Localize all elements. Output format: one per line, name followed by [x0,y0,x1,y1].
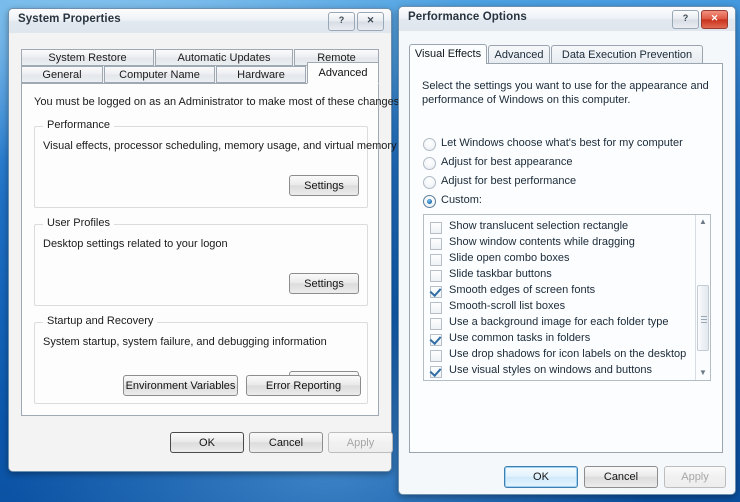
scrollbar-grip [701,322,707,323]
system-properties-titlebar[interactable]: System Properties ? ✕ [9,9,391,34]
list-item-label: Smooth-scroll list boxes [449,300,566,312]
tab-general[interactable]: General [21,66,103,83]
tab-system-restore[interactable]: System Restore [21,49,154,66]
list-item[interactable]: Use a background image for each folder t… [430,316,692,332]
checkbox-icon[interactable] [430,302,442,314]
radio-label: Custom: [441,194,482,206]
user-profiles-settings-button[interactable]: Settings [289,273,359,294]
list-item[interactable]: Use common tasks in folders [430,332,692,348]
advanced-tab-page: You must be logged on as an Administrato… [21,83,402,416]
checkbox-icon[interactable] [430,366,442,378]
performance-settings-button[interactable]: Settings [289,175,359,196]
radio-label: Let Windows choose what's best for my co… [441,137,683,149]
scroll-down-arrow-icon[interactable]: ▼ [696,366,710,380]
tab-computer-name[interactable]: Computer Name [104,66,215,83]
list-item[interactable]: Show window contents while dragging [430,236,692,252]
scroll-up-arrow-icon[interactable]: ▲ [696,215,710,229]
environment-variables-button[interactable]: Environment Variables [123,375,238,396]
radio-icon[interactable] [423,138,436,151]
list-item[interactable]: Smooth-scroll list boxes [430,300,692,316]
close-icon[interactable]: ✕ [357,12,384,31]
radio-icon[interactable] [423,195,436,208]
tab-data-execution-prevention[interactable]: Data Execution Prevention [551,45,703,64]
user-profiles-description: Desktop settings related to your logon [43,238,228,250]
scrollbar-grip [701,319,707,320]
tab-hardware[interactable]: Hardware [216,66,306,83]
apply-button: Apply [328,432,393,453]
cancel-button[interactable]: Cancel [584,466,658,488]
list-item-label: Use visual styles on windows and buttons [449,364,652,376]
radio-label: Adjust for best appearance [441,156,573,168]
system-properties-body: System Restore Automatic Updates Remote … [9,33,402,471]
tab-advanced[interactable]: Advanced [307,62,379,84]
checkbox-icon[interactable] [430,334,442,346]
radio-icon[interactable] [423,176,436,189]
checkbox-icon[interactable] [430,238,442,250]
list-item[interactable]: Slide taskbar buttons [430,268,692,284]
list-item-label: Slide open combo boxes [449,252,570,264]
list-item[interactable]: Use visual styles on windows and buttons [430,364,692,380]
intro-line-1: Select the settings you want to use for … [422,80,709,92]
help-icon[interactable]: ? [672,10,699,29]
visual-effects-listbox[interactable]: Show translucent selection rectangle Sho… [423,214,711,381]
list-item-label: Show window contents while dragging [449,236,635,248]
listbox-scrollbar[interactable]: ▲ ▼ [695,215,710,380]
list-item-label: Smooth edges of screen fonts [449,284,596,296]
list-item[interactable]: Slide open combo boxes [430,252,692,268]
visual-effects-page: Select the settings you want to use for … [409,63,723,453]
tab-advanced[interactable]: Advanced [488,45,550,64]
list-item-label: Show translucent selection rectangle [449,220,629,232]
list-item-label: Slide taskbar buttons [449,268,552,280]
help-icon[interactable]: ? [328,12,355,31]
list-item[interactable]: Show translucent selection rectangle [430,220,692,236]
performance-options-window: Performance Options ? ✕ Visual Effects A… [398,6,736,495]
performance-options-title: Performance Options [408,11,527,23]
startup-recovery-description: System startup, system failure, and debu… [43,336,327,348]
user-profiles-group: User Profiles Desktop settings related t… [34,217,368,306]
apply-button: Apply [664,466,726,488]
system-properties-window: System Properties ? ✕ System Restore Aut… [8,8,402,472]
list-item-label: Use a background image for each folder t… [449,316,669,328]
close-icon[interactable]: ✕ [701,10,728,29]
admin-notice: You must be logged on as an Administrato… [34,96,403,108]
system-properties-title: System Properties [18,13,121,25]
startup-recovery-group-label: Startup and Recovery [43,315,158,327]
list-item-label: Use common tasks in folders [449,332,591,344]
checkbox-icon[interactable] [430,350,442,362]
checkbox-icon[interactable] [430,318,442,330]
radio-icon[interactable] [423,157,436,170]
error-reporting-button[interactable]: Error Reporting [246,375,361,396]
checkbox-icon[interactable] [430,222,442,234]
performance-description: Visual effects, processor scheduling, me… [43,140,397,152]
list-item-label: Use drop shadows for icon labels on the … [449,348,687,360]
list-item[interactable]: Smooth edges of screen fonts [430,284,692,300]
scrollbar-grip [701,316,707,317]
user-profiles-group-label: User Profiles [43,217,114,229]
tab-visual-effects[interactable]: Visual Effects [409,44,487,64]
ok-button[interactable]: OK [170,432,244,453]
checkbox-icon[interactable] [430,286,442,298]
radio-label: Adjust for best performance [441,175,577,187]
tab-automatic-updates[interactable]: Automatic Updates [155,49,293,66]
intro-line-2: performance of Windows on this computer. [422,94,631,106]
performance-group-label: Performance [43,119,114,131]
scrollbar-thumb[interactable] [697,285,709,351]
performance-options-body: Visual Effects Advanced Data Execution P… [399,31,735,494]
cancel-button[interactable]: Cancel [249,432,323,453]
ok-button[interactable]: OK [504,466,578,488]
list-item[interactable]: Use drop shadows for icon labels on the … [430,348,692,364]
performance-options-titlebar[interactable]: Performance Options ? ✕ [399,7,735,32]
checkbox-icon[interactable] [430,270,442,282]
checkbox-icon[interactable] [430,254,442,266]
performance-group: Performance Visual effects, processor sc… [34,119,397,208]
